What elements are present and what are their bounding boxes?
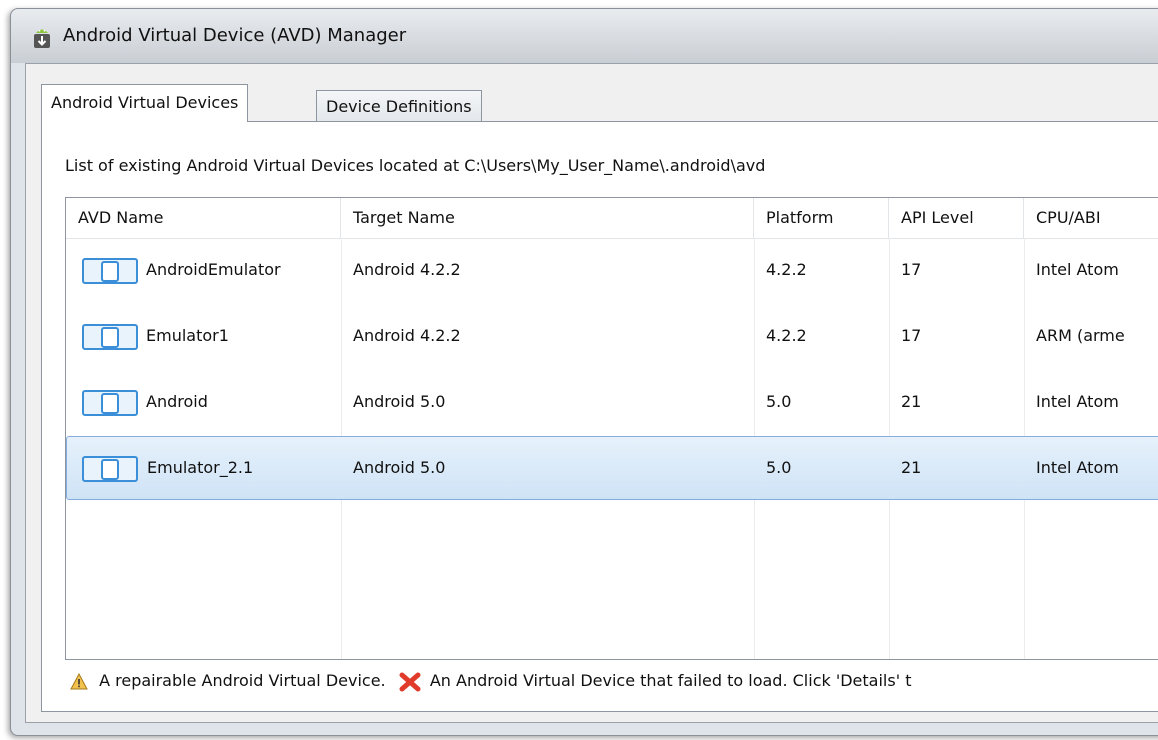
- device-icon: [82, 456, 138, 482]
- avd-name-cell: Android: [66, 370, 341, 434]
- platform-cell: 5.0: [766, 392, 792, 411]
- target-name-cell: Android 4.2.2: [353, 326, 461, 345]
- platform-cell: 4.2.2: [766, 260, 807, 279]
- cpu-abi-cell: ARM (arme: [1036, 326, 1125, 345]
- page: Android Virtual Device (AVD) Manager And…: [0, 0, 1158, 740]
- legend: A repairable Android Virtual Device. An …: [70, 667, 911, 695]
- device-icon: [82, 390, 138, 416]
- tab-device-definitions[interactable]: Device Definitions: [316, 90, 482, 124]
- legend-failed-text: An Android Virtual Device that failed to…: [429, 671, 912, 690]
- client-area: Android Virtual Devices Device Definitio…: [25, 63, 1158, 723]
- column-header-platform[interactable]: Platform: [754, 198, 889, 238]
- avd-name: AndroidEmulator: [146, 260, 281, 279]
- avd-name: Android: [146, 392, 208, 411]
- device-icon: [82, 258, 138, 284]
- column-header-target-name[interactable]: Target Name: [341, 198, 754, 238]
- target-name-cell: Android 5.0: [353, 392, 446, 411]
- column-header-avd-name[interactable]: AVD Name: [66, 198, 341, 238]
- table-row[interactable]: Android Android 5.0 5.0 21 Intel Atom: [66, 370, 1158, 434]
- api-level-cell: 17: [901, 326, 922, 345]
- avd-name-cell: Emulator_2.1: [67, 437, 342, 501]
- avd-location-label: List of existing Android Virtual Devices…: [65, 156, 766, 175]
- platform-cell: 5.0: [766, 458, 792, 477]
- avd-manager-window: Android Virtual Device (AVD) Manager And…: [10, 8, 1158, 736]
- column-header-api-level[interactable]: API Level: [889, 198, 1024, 238]
- avd-table: AVD Name Target Name Platform API Level …: [65, 197, 1158, 660]
- avd-name: Emulator1: [146, 326, 229, 345]
- target-name-cell: Android 4.2.2: [353, 260, 461, 279]
- column-header-cpu-abi[interactable]: CPU/ABI: [1024, 198, 1158, 238]
- table-row-selected[interactable]: Emulator_2.1 Android 5.0 5.0 21 Intel At…: [66, 436, 1158, 500]
- table-header: AVD Name Target Name Platform API Level …: [66, 198, 1158, 239]
- error-x-icon: [399, 672, 421, 691]
- target-name-cell: Android 5.0: [353, 458, 446, 477]
- api-level-cell: 21: [901, 458, 922, 477]
- title-bar[interactable]: Android Virtual Device (AVD) Manager: [11, 9, 1158, 63]
- android-sdk-app-icon: [34, 29, 50, 48]
- avd-tab-panel: List of existing Android Virtual Devices…: [41, 121, 1158, 712]
- platform-cell: 4.2.2: [766, 326, 807, 345]
- cpu-abi-cell: Intel Atom: [1036, 458, 1119, 477]
- device-icon: [82, 324, 138, 350]
- legend-repairable-text: A repairable Android Virtual Device.: [99, 671, 386, 690]
- api-level-cell: 17: [901, 260, 922, 279]
- window-title: Android Virtual Device (AVD) Manager: [63, 25, 407, 46]
- api-level-cell: 21: [901, 392, 922, 411]
- avd-name-cell: AndroidEmulator: [66, 238, 341, 302]
- warning-icon: [70, 672, 88, 690]
- table-row[interactable]: Emulator1 Android 4.2.2 4.2.2 17 ARM (ar…: [66, 304, 1158, 368]
- avd-name-cell: Emulator1: [66, 304, 341, 368]
- tab-android-virtual-devices[interactable]: Android Virtual Devices: [41, 84, 249, 122]
- cpu-abi-cell: Intel Atom: [1036, 392, 1119, 411]
- table-row[interactable]: AndroidEmulator Android 4.2.2 4.2.2 17 I…: [66, 238, 1158, 302]
- cpu-abi-cell: Intel Atom: [1036, 260, 1119, 279]
- avd-name: Emulator_2.1: [147, 458, 254, 477]
